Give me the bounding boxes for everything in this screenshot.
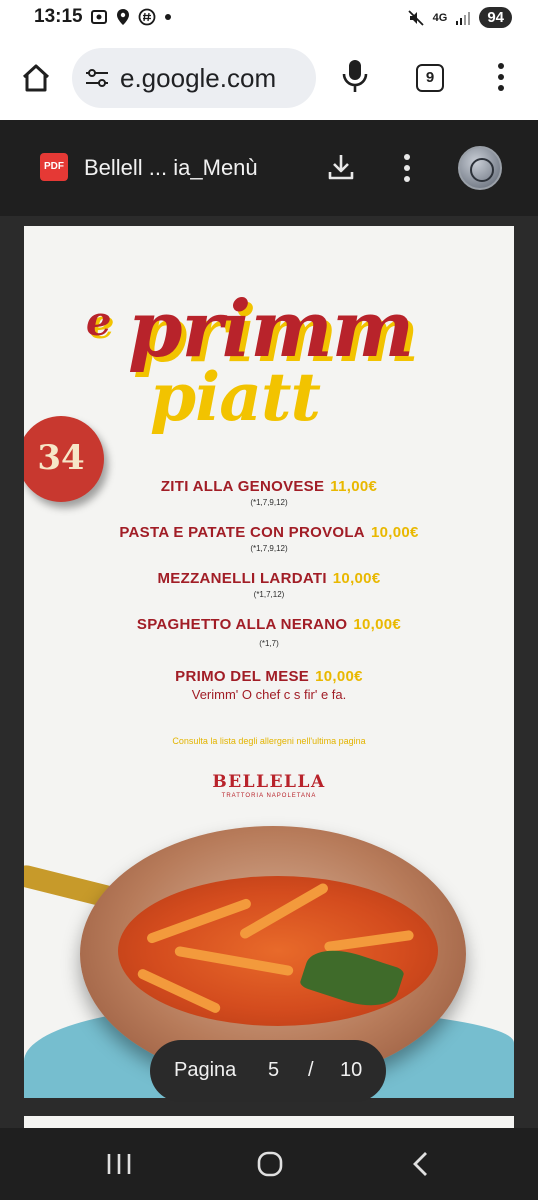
allergen-note: Consulta la lista degli allergeni nell'u…: [172, 736, 366, 746]
dish-name: MEZZANELLI LARDATI: [157, 570, 327, 587]
dot-icon: [165, 14, 171, 20]
dish-name: PRIMO DEL MESE: [175, 668, 310, 685]
dish-description: Verimm' O chef c s fir' e fa.: [191, 687, 347, 702]
dish-price: 10,00€: [315, 668, 363, 685]
dish-name: PASTA E PATATE CON PROVOLA: [119, 524, 365, 541]
account-avatar[interactable]: [458, 146, 502, 190]
status-notification-icons: [90, 8, 172, 26]
pasta-image: [118, 876, 438, 1026]
dish-allergens: (*1,7,12): [253, 590, 285, 599]
microphone-icon[interactable]: [341, 58, 369, 96]
status-time: 13:15: [34, 6, 83, 27]
current-page: 5: [268, 1059, 280, 1081]
dish-item: PRIMO DEL MESE 10,00€ Verimm' O chef c s …: [24, 668, 514, 702]
pdf-file-icon: PDF: [40, 153, 68, 181]
hashtag-icon: [138, 8, 156, 26]
dish-item: PASTA E PATATE CON PROVOLA 10,00€ (*1,7,9…: [24, 524, 514, 553]
pdf-content-area[interactable]: e primm piatt 34 ZITI ALLA GENOVESE 11,00…: [0, 216, 538, 1146]
site-settings-icon[interactable]: [84, 66, 110, 90]
dish-allergens: (*1,7): [259, 639, 279, 648]
home-nav-icon[interactable]: [256, 1150, 284, 1178]
more-options-icon[interactable]: [496, 62, 506, 92]
pdf-more-options-icon[interactable]: [402, 153, 412, 183]
pdf-viewer-header: PDF Bellell ... ia_Menù: [0, 120, 538, 216]
heading-piatt: piatt: [150, 358, 321, 436]
dish-allergens: (*1,7,9,12): [250, 544, 288, 553]
address-bar[interactable]: e.google.com: [72, 48, 316, 108]
brand-name: BELLELLA: [212, 772, 326, 792]
dish-item: ZITI ALLA GENOVESE 11,00€ (*1,7,9,12): [24, 478, 514, 507]
brand-subtitle: TRATTORIA NAPOLETANA: [221, 793, 317, 799]
browser-toolbar: e.google.com 9: [0, 36, 538, 120]
back-icon[interactable]: [408, 1150, 434, 1178]
network-type: 4G: [432, 11, 448, 24]
url-text: e.google.com: [120, 63, 277, 93]
dish-name: SPAGHETTO ALLA NERANO: [136, 616, 348, 633]
system-navigation-bar: [0, 1128, 538, 1200]
signal-icon: [456, 11, 471, 25]
page-indicator: Pagina 5 / 10: [150, 1040, 386, 1102]
dish-allergens: (*1,7,9,12): [250, 498, 288, 507]
status-system-icons: 4G 94: [407, 7, 512, 28]
dish-name: ZITI ALLA GENOVESE: [160, 478, 325, 495]
total-pages: 10: [340, 1059, 363, 1081]
dish-price: 11,00€: [330, 478, 378, 495]
pdf-page: e primm piatt 34 ZITI ALLA GENOVESE 11,00…: [24, 226, 514, 1098]
location-icon: [117, 9, 129, 25]
battery-indicator: 94: [479, 7, 512, 28]
dish-item: SPAGHETTO ALLA NERANO 10,00€ (*1,7): [24, 616, 514, 648]
home-icon[interactable]: [18, 60, 54, 96]
download-icon[interactable]: [326, 152, 356, 182]
brand-logo: BELLELLA TRATTORIA NAPOLETANA: [24, 772, 514, 799]
dish-price: 10,00€: [370, 524, 419, 541]
tab-switcher-button[interactable]: 9: [416, 64, 444, 92]
dish-price: 10,00€: [353, 616, 402, 633]
page-label: Pagina: [174, 1059, 237, 1081]
screenshot-icon: [91, 10, 107, 24]
status-bar: 13:15 4G 94: [0, 0, 538, 36]
pdf-title: Bellell ... ia_Menù: [84, 155, 258, 180]
dish-item: MEZZANELLI LARDATI 10,00€ (*1,7,12): [24, 570, 514, 599]
disc-number: 34: [37, 438, 85, 478]
heading-e: e: [86, 298, 111, 345]
dish-price: 10,00€: [332, 570, 381, 587]
mute-icon: [407, 9, 424, 26]
recent-apps-icon[interactable]: [104, 1150, 134, 1178]
page-separator: /: [308, 1059, 314, 1081]
